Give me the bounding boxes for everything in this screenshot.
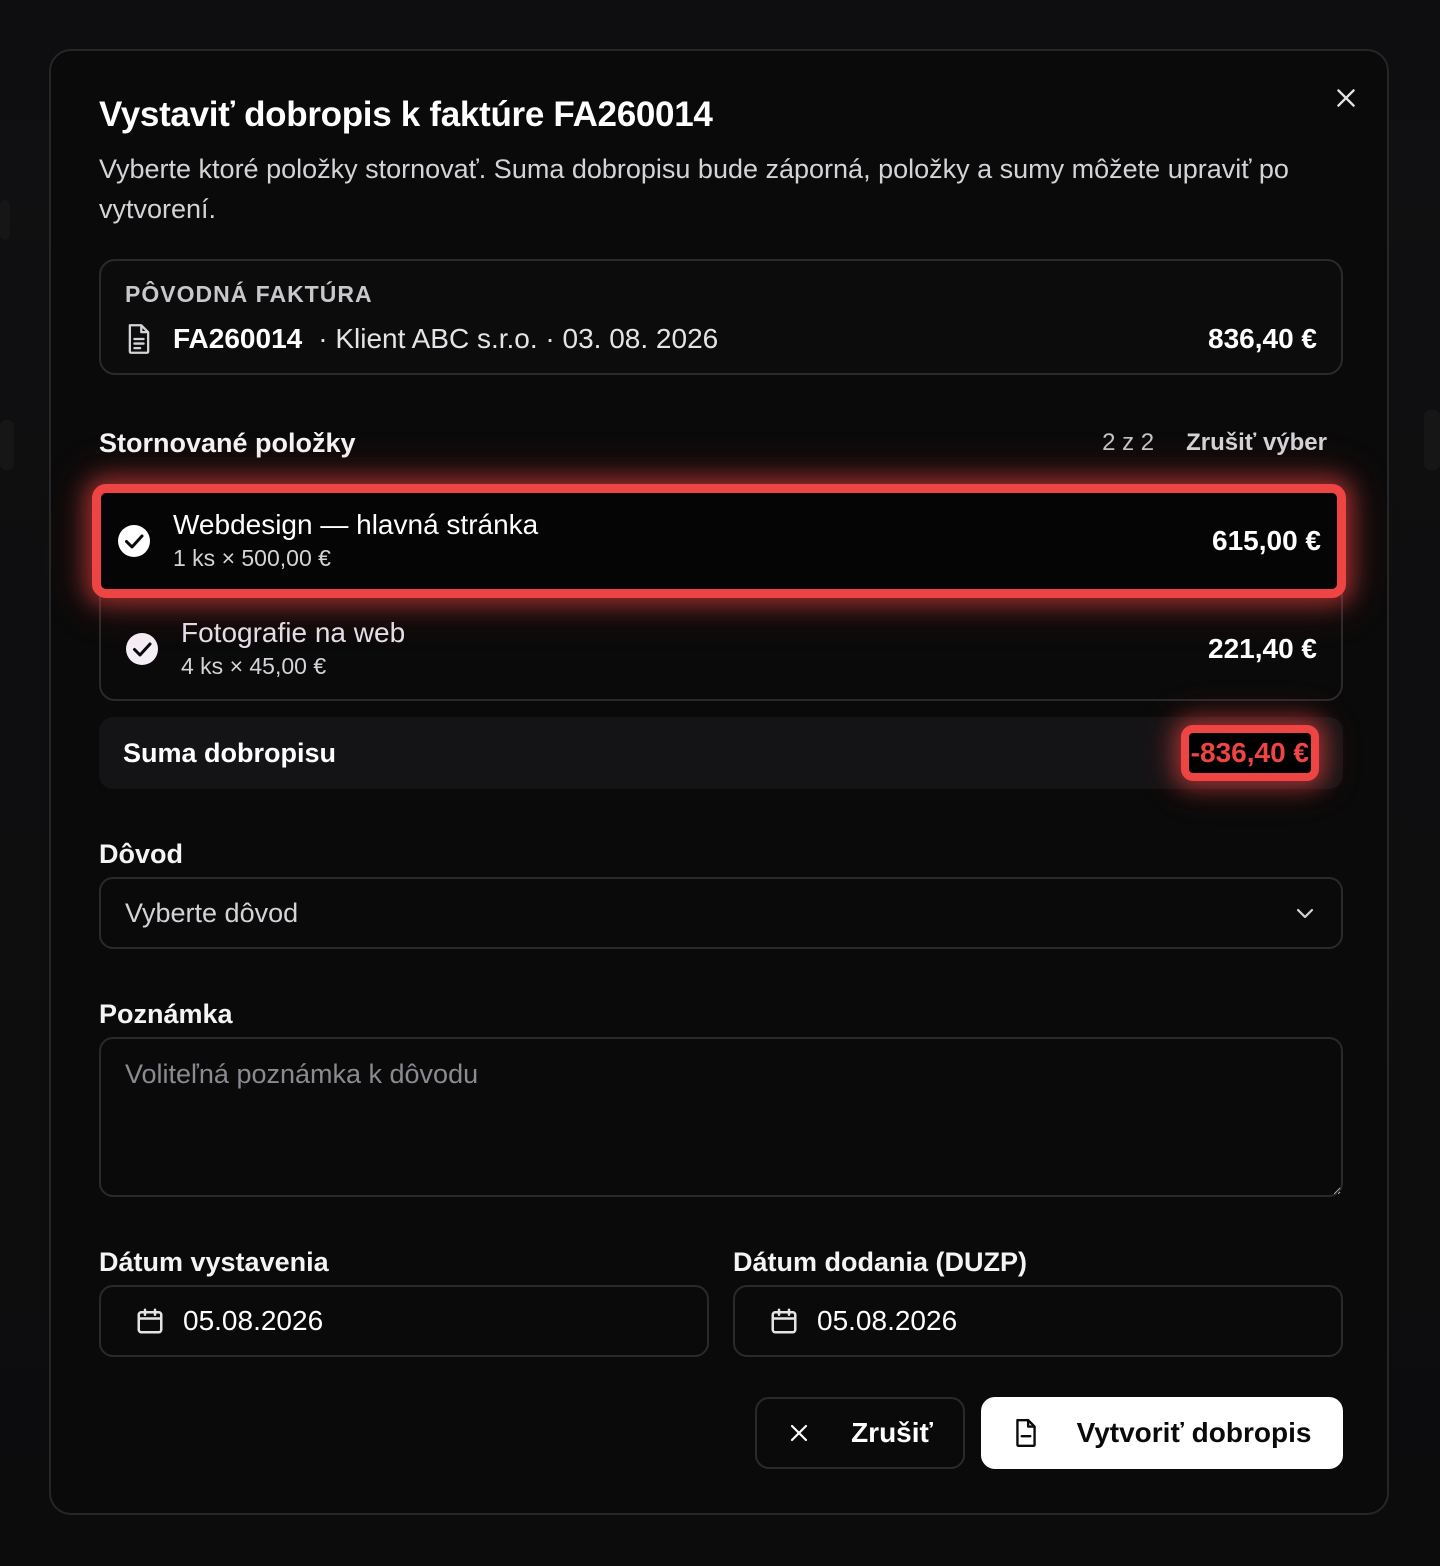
delivery-date-value: 05.08.2026	[817, 1305, 958, 1336]
credit-note-dialog: Vystaviť dobropis k faktúre FA260014 Vyb…	[49, 49, 1389, 1515]
selected-count: 2 z 2	[1102, 429, 1155, 456]
check-circle-icon[interactable]	[125, 632, 159, 666]
document-icon	[125, 323, 155, 355]
items-section-header: Stornované položky 2 z 2 Zrušiť výber	[99, 425, 1327, 461]
calendar-icon	[137, 1308, 163, 1334]
items-list: Fotografie na web 4 ks × 45,00 € 221,40 …	[99, 491, 1343, 701]
reason-label: Dôvod	[99, 839, 183, 869]
document-icon	[1013, 1418, 1041, 1448]
original-invoice-label: PÔVODNÁ FAKTÚRA	[125, 281, 373, 307]
create-button-label: Vytvoriť dobropis	[1076, 1417, 1312, 1448]
reason-select[interactable]: Vyberte dôvod	[99, 877, 1343, 949]
items-section-title: Stornované položky	[99, 427, 356, 458]
original-invoice-card: PÔVODNÁ FAKTÚRA FA260014 · Klient ABC s.…	[99, 259, 1343, 375]
original-invoice-meta: · Klient ABC s.r.o. · 03. 08. 2026	[318, 323, 719, 354]
list-item[interactable]: Fotografie na web 4 ks × 45,00 € 221,40 …	[101, 597, 1341, 701]
background-ghost	[0, 200, 10, 240]
issue-date-label: Dátum vystavenia	[99, 1247, 329, 1277]
background-ghost	[1424, 410, 1440, 470]
clear-selection-button[interactable]: Zrušiť výber	[1186, 429, 1327, 457]
issue-date-input[interactable]: 05.08.2026	[99, 1285, 709, 1357]
cancel-button-label: Zrušiť	[851, 1417, 933, 1448]
dialog-title: Vystaviť dobropis k faktúre FA260014	[99, 95, 713, 134]
close-icon	[1337, 89, 1355, 107]
item-quantity: 4 ks × 45,00 €	[181, 653, 327, 679]
close-icon	[787, 1419, 815, 1447]
chevron-down-icon	[1296, 908, 1314, 919]
original-invoice-number: FA260014	[173, 323, 303, 354]
note-textarea[interactable]	[99, 1037, 1343, 1197]
credit-sum-row: Suma dobropisu -836,40 €	[99, 717, 1343, 789]
create-credit-note-button[interactable]: Vytvoriť dobropis	[981, 1397, 1343, 1469]
item-name: Fotografie na web	[181, 617, 406, 648]
close-button[interactable]	[1329, 81, 1363, 115]
note-label: Poznámka	[99, 999, 233, 1029]
issue-date-value: 05.08.2026	[183, 1305, 324, 1336]
credit-sum-value: -836,40 €	[1190, 737, 1309, 768]
credit-sum-label: Suma dobropisu	[123, 737, 337, 768]
original-invoice-row: FA260014 · Klient ABC s.r.o. · 03. 08. 2…	[125, 321, 1317, 357]
delivery-date-label: Dátum dodania (DUZP)	[733, 1247, 1027, 1277]
item-amount: 221,40 €	[1208, 633, 1317, 664]
reason-placeholder: Vyberte dôvod	[125, 897, 299, 928]
background-ghost	[0, 420, 14, 470]
cancel-button[interactable]: Zrušiť	[755, 1397, 965, 1469]
credit-sum-highlight: -836,40 €	[1180, 725, 1319, 781]
delivery-date-input[interactable]: 05.08.2026	[733, 1285, 1343, 1357]
original-invoice-amount: 836,40 €	[1208, 323, 1317, 354]
calendar-icon	[771, 1308, 797, 1334]
dialog-subtitle: Vyberte ktoré položky stornovať. Suma do…	[99, 154, 1289, 224]
